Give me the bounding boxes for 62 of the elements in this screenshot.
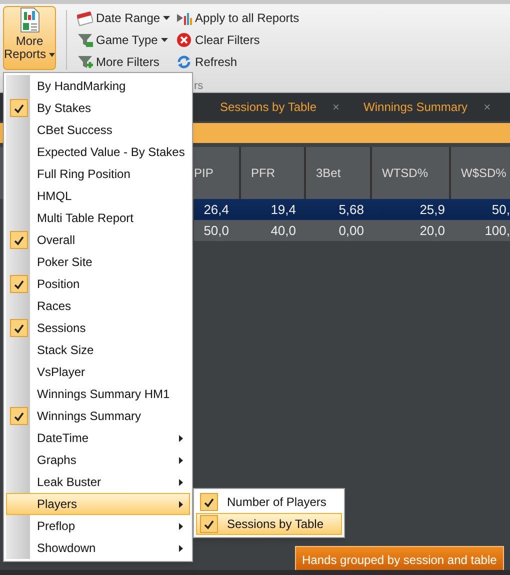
table-cell-text: 26,4	[202, 200, 230, 219]
table-cell-text: 0,00	[338, 222, 365, 240]
submenu-arrow-icon	[179, 434, 183, 442]
menu-item[interactable]: Winnings Summary	[6, 405, 190, 427]
table-cell-text: 5,68	[338, 200, 365, 219]
table-cell-text: 19,4	[270, 200, 297, 219]
menu-item[interactable]: Expected Value - By Stakes	[6, 141, 190, 163]
table-cell-text: 100,	[484, 222, 510, 240]
submenu-arrow-icon	[179, 478, 183, 486]
menu-item[interactable]: Multi Table Report	[6, 207, 190, 229]
calendar-icon	[77, 10, 93, 26]
menu-item[interactable]: Races	[6, 295, 190, 317]
clear-icon	[176, 32, 192, 48]
menu-item[interactable]: Full Ring Position	[6, 163, 190, 185]
menu-item[interactable]: VsPlayer	[6, 361, 190, 383]
menu-item[interactable]: Position	[6, 273, 190, 295]
menu-item[interactable]: DateTime	[6, 427, 190, 449]
filter-button[interactable]: Refresh	[176, 52, 300, 71]
table-row[interactable]: 26,4 19,4 5,68 25,9 50,	[194, 199, 510, 220]
close-icon[interactable]: ×	[484, 98, 491, 116]
submenu-arrow-icon	[179, 456, 183, 464]
filter-button[interactable]: Clear Filters	[176, 30, 300, 49]
menu-item[interactable]: Sessions	[6, 317, 190, 339]
funnel-plus-icon	[77, 54, 93, 70]
menu-item[interactable]: Showdown	[6, 537, 190, 559]
table-cell-text: 50,	[490, 200, 510, 219]
column-header[interactable]: PIP	[194, 147, 239, 199]
menu-item[interactable]: CBet Success	[6, 119, 190, 141]
refresh-icon	[176, 54, 192, 70]
filter-button[interactable]: Date Range	[77, 8, 170, 27]
menu-item[interactable]: Number of Players	[196, 491, 342, 513]
menu-item[interactable]: Graphs	[6, 449, 190, 471]
menu-item[interactable]: Poker Site	[6, 251, 190, 273]
table-cell-text: 20,0	[418, 222, 446, 240]
menu-item[interactable]: Players	[6, 493, 190, 515]
group-label: rs	[194, 79, 204, 94]
submenu-arrow-icon	[179, 522, 183, 530]
more-reports-button[interactable]: More Reports	[3, 6, 56, 70]
table-cell-text: 40,0	[270, 222, 297, 240]
table-cell-text: 50,0	[202, 222, 230, 240]
funnel-icon	[77, 32, 93, 48]
table-row[interactable]: 50,0 40,0 0,00 20,0 100,	[194, 220, 510, 241]
menu-item[interactable]: Sessions by Table	[196, 513, 342, 535]
menu-item[interactable]: By HandMarking	[6, 75, 190, 97]
caret-icon	[49, 52, 56, 56]
submenu-arrow-icon	[179, 544, 183, 552]
tab[interactable]: Sessions by Table	[220, 98, 317, 116]
filter-button[interactable]: More Filters	[77, 52, 170, 71]
submenu-arrow-icon	[179, 500, 183, 508]
menu-item[interactable]: HMQL	[6, 185, 190, 207]
table-cell-text: 25,9	[418, 200, 446, 219]
tab[interactable]: Winnings Summary	[364, 98, 468, 116]
filter-button[interactable]: Apply to all Reports	[176, 8, 300, 27]
menu-item[interactable]: By Stakes	[6, 97, 190, 119]
menu-item[interactable]: Winnings Summary HM1	[6, 383, 190, 405]
menu-item[interactable]: Overall	[6, 229, 190, 251]
filter-button[interactable]: Game Type	[77, 30, 170, 49]
menu-item[interactable]: Leak Buster	[6, 471, 190, 493]
menu-item[interactable]: Preflop	[6, 515, 190, 537]
menu-item[interactable]: Stack Size	[6, 339, 190, 361]
close-icon[interactable]: ×	[332, 98, 340, 116]
report-icon	[18, 7, 42, 33]
